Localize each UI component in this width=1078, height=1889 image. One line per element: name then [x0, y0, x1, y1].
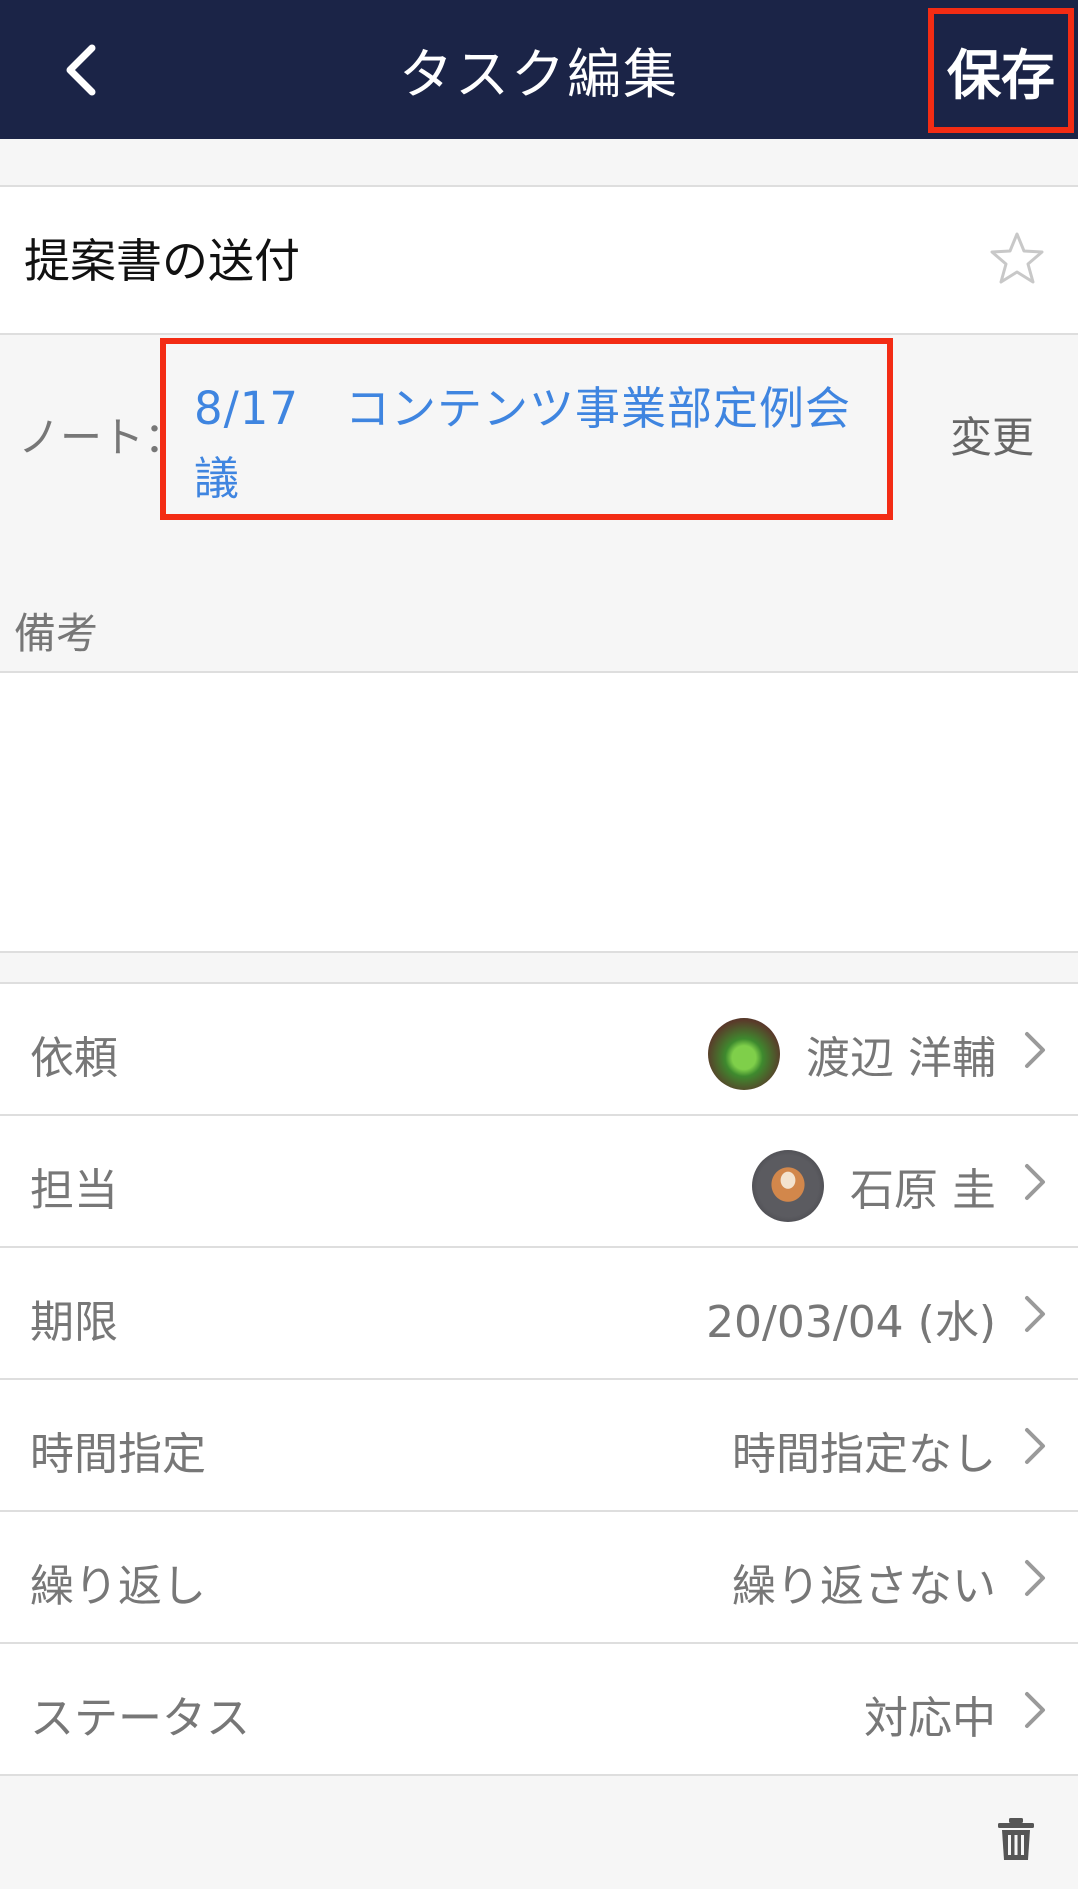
chevron-right-icon [1025, 1296, 1045, 1332]
repeat-value: 繰り返さない [732, 1561, 996, 1612]
requester-name: 渡辺 洋輔 [806, 1033, 996, 1084]
avatar [752, 1150, 824, 1222]
detail-label: 担当 [30, 1165, 118, 1216]
detail-row-time[interactable]: 時間指定 時間指定なし [0, 1380, 1078, 1512]
due-date-value: 20/03/04 (水) [706, 1297, 996, 1348]
time-value: 時間指定なし [732, 1429, 996, 1480]
detail-row-assignee[interactable]: 担当 石原 圭 [0, 1116, 1078, 1248]
chevron-right-icon [1025, 1560, 1045, 1596]
app-header: タスク編集 保存 [0, 0, 1078, 139]
save-button-label: 保存 [947, 44, 1055, 107]
detail-row-repeat[interactable]: 繰り返し 繰り返さない [0, 1512, 1078, 1644]
save-button[interactable]: 保存 [928, 8, 1074, 133]
note-link-highlight: 8/17 コンテンツ事業部定例会議 [160, 338, 893, 520]
detail-list: 依頼 渡辺 洋輔 担当 石原 圭 期限 20/03/04 (水) 時間指定 時間… [0, 982, 1078, 1776]
detail-row-status[interactable]: ステータス 対応中 [0, 1644, 1078, 1776]
status-value: 対応中 [864, 1693, 996, 1744]
detail-row-due-date[interactable]: 期限 20/03/04 (水) [0, 1248, 1078, 1380]
detail-label: 時間指定 [30, 1429, 206, 1480]
chevron-right-icon [1025, 1032, 1045, 1068]
chevron-right-icon [1025, 1692, 1045, 1728]
detail-value: 渡辺 洋輔 [708, 1018, 996, 1090]
detail-label: 期限 [30, 1297, 118, 1348]
memo-label: 備考 [14, 609, 99, 658]
trash-icon[interactable] [996, 1816, 1036, 1862]
task-edit-screen: タスク編集 保存 提案書の送付 ノート： 8/17 コンテンツ事業部定例会議 変… [0, 0, 1078, 1889]
star-outline-icon[interactable] [988, 230, 1046, 288]
detail-label: 繰り返し [30, 1561, 206, 1612]
task-title-input[interactable]: 提案書の送付 [24, 225, 300, 291]
chevron-right-icon [1025, 1428, 1045, 1464]
chevron-right-icon [1025, 1164, 1045, 1200]
task-title-row[interactable]: 提案書の送付 [0, 185, 1078, 335]
note-link[interactable]: 8/17 コンテンツ事業部定例会議 [194, 374, 884, 514]
avatar [708, 1018, 780, 1090]
memo-textarea[interactable] [0, 671, 1078, 953]
detail-label: ステータス [30, 1693, 250, 1744]
page-title: タスク編集 [399, 43, 679, 106]
assignee-name: 石原 圭 [850, 1165, 996, 1216]
detail-label: 依頼 [30, 1033, 118, 1084]
detail-value: 石原 圭 [752, 1150, 996, 1222]
change-note-button[interactable]: 変更 [950, 404, 1034, 465]
detail-row-requester[interactable]: 依頼 渡辺 洋輔 [0, 984, 1078, 1116]
